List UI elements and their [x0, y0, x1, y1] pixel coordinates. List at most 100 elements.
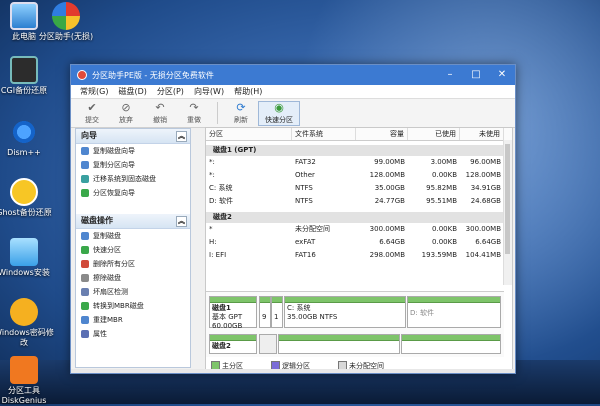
wizard-section-header[interactable]: 向导 ︽	[76, 129, 190, 144]
collapse-icon[interactable]: ︽	[176, 131, 187, 142]
maximize-button[interactable]: □	[463, 65, 489, 85]
migrate-os-icon	[81, 175, 89, 183]
disk-ops-section-header[interactable]: 磁盘操作 ︽	[76, 214, 190, 229]
cell-used: 3.00MB	[430, 158, 457, 166]
col-capacity[interactable]: 容量	[356, 128, 408, 140]
dism-icon	[10, 118, 38, 146]
disk1-map-label[interactable]: 磁盘1 基本 GPT 60.00GB	[209, 296, 257, 330]
cell-used: 95.82MB	[426, 184, 457, 192]
table-row[interactable]: H: exFAT 6.64GB 0.00KB 6.64GB	[206, 236, 512, 249]
disk1-partition-2[interactable]: 1	[271, 296, 283, 328]
delete-icon	[81, 260, 89, 268]
cell-used: 0.00KB	[432, 225, 457, 233]
desktop-icon-ghost[interactable]: Ghost备份还原	[0, 178, 56, 218]
disk2-unallocated[interactable]	[259, 334, 277, 354]
menu-partition[interactable]: 分区(P)	[152, 86, 189, 97]
col-used[interactable]: 已使用	[408, 128, 460, 140]
desktop-icon-partition-assistant[interactable]: 分区助手(无损)	[34, 2, 98, 42]
cell-filesystem: exFAT	[295, 238, 316, 246]
table-row[interactable]: D: 软件 NTFS 24.77GB 95.51MB 24.68GB	[206, 195, 512, 208]
close-button[interactable]: ✕	[489, 65, 515, 85]
col-unused[interactable]: 未使用	[460, 128, 504, 140]
col-partition[interactable]: 分区	[206, 128, 292, 140]
partition-pane: 分区 文件系统 容量 已使用 未使用 磁盘1 (GPT) *: FAT32 99.0…	[205, 127, 513, 371]
table-row[interactable]: I: EFI FAT16 298.00MB 193.59MB 104.41MB	[206, 249, 512, 262]
disk1-partition-c[interactable]: C: 系统 35.00GB NTFS	[284, 296, 406, 328]
undo-button[interactable]: ↶ 撤销	[143, 101, 177, 125]
disk-op-bad-sector[interactable]: 坏扇区检测	[76, 285, 190, 299]
disk-op-rebuild-mbr[interactable]: 重建MBR	[76, 313, 190, 327]
desktop-icon-windows-password[interactable]: Windows密码修改	[0, 298, 56, 348]
windows-install-icon	[10, 238, 38, 266]
ghost-icon	[10, 178, 38, 206]
disk2-partition-h[interactable]	[278, 334, 400, 354]
cell-capacity: 6.64GB	[379, 238, 405, 246]
desktop-icon-diskgenius[interactable]: 分区工具DiskGenius	[0, 356, 56, 406]
table-row[interactable]: *: FAT32 99.00MB 3.00MB 96.00MB	[206, 156, 512, 169]
disk-op-delete-all[interactable]: 删除所有分区	[76, 257, 190, 271]
disk-op-quick-partition[interactable]: 快速分区	[76, 243, 190, 257]
desktop-icon-label: Windows密码修改	[0, 328, 54, 347]
desktop-icon-windows-install[interactable]: Windows安装	[0, 238, 56, 278]
diskgenius-icon	[10, 356, 38, 384]
disk2-map-label[interactable]: 磁盘2	[209, 334, 257, 354]
toolbar-label: 放弃	[119, 115, 133, 124]
menu-disk[interactable]: 磁盘(D)	[113, 86, 151, 97]
table-row[interactable]: C: 系统 NTFS 35.00GB 95.82MB 34.91GB	[206, 182, 512, 195]
wizard-item-copy-disk[interactable]: 复制磁盘向导	[76, 144, 190, 158]
cell-unused: 104.41MB	[465, 251, 501, 259]
disk-op-label: 坏扇区检测	[93, 288, 128, 296]
disk-op-label: 复制磁盘	[93, 232, 121, 240]
menu-bar: 常规(G) 磁盘(D) 分区(P) 向导(W) 帮助(H)	[71, 85, 515, 99]
commit-button[interactable]: ✔ 提交	[75, 100, 109, 125]
disk1-header[interactable]: 磁盘1 (GPT)	[206, 145, 512, 156]
copy-partition-icon	[81, 161, 89, 169]
wizard-item-migrate-os[interactable]: 迁移系统到固态磁盘	[76, 172, 190, 186]
wizard-item-label: 迁移系统到固态磁盘	[93, 175, 156, 183]
cell-unused: 34.91GB	[470, 184, 501, 192]
commit-icon: ✔	[87, 100, 97, 114]
menu-help[interactable]: 帮助(H)	[229, 86, 267, 97]
disk-op-convert-mbr[interactable]: 转换到MBR磁盘	[76, 299, 190, 313]
minimize-button[interactable]: –	[437, 65, 463, 85]
disk-op-copy-disk[interactable]: 复制磁盘	[76, 229, 190, 243]
wizard-item-copy-partition[interactable]: 复制分区向导	[76, 158, 190, 172]
cell-unused: 24.68GB	[470, 197, 501, 205]
desktop-icon-dism[interactable]: Dism++	[0, 118, 56, 158]
disk-op-wipe[interactable]: 擦除磁盘	[76, 271, 190, 285]
redo-button[interactable]: ↷ 重做	[177, 101, 211, 125]
scrollbar-thumb[interactable]	[505, 144, 510, 254]
table-row[interactable]: * 未分配空间 300.00MB 0.00KB 300.00MB	[206, 223, 512, 236]
desktop-icon-cgi[interactable]: CGI备份还原	[0, 56, 56, 96]
cell-partition: H:	[209, 238, 217, 246]
wizard-item-label: 复制磁盘向导	[93, 147, 135, 155]
partition-c-info: 35.00GB NTFS	[287, 313, 338, 321]
disk2-partition-i[interactable]	[401, 334, 501, 354]
table-row[interactable]: *: Other 128.00MB 0.00KB 128.00MB	[206, 169, 512, 182]
table-scrollbar[interactable]	[503, 140, 512, 285]
disk-op-label: 转换到MBR磁盘	[93, 302, 144, 310]
desktop-icon-label: 分区助手(无损)	[38, 32, 94, 41]
cell-partition: *:	[209, 158, 215, 166]
toolbar-label: 撤销	[153, 115, 167, 124]
discard-button[interactable]: ⊘ 放弃	[109, 101, 143, 125]
quick-partition-button[interactable]: ◉ 快速分区	[258, 100, 300, 126]
desktop-icon-label: Ghost备份还原	[0, 208, 52, 217]
title-bar[interactable]: 分区助手PE版 - 无损分区免费软件 – □ ✕	[71, 65, 515, 85]
desktop-icon-label: 分区工具DiskGenius	[1, 386, 47, 405]
collapse-icon[interactable]: ︽	[176, 216, 187, 227]
toolbar-divider	[217, 102, 218, 124]
menu-general[interactable]: 常规(G)	[75, 86, 113, 97]
wizard-item-partition-recovery[interactable]: 分区恢复向导	[76, 186, 190, 200]
col-filesystem[interactable]: 文件系统	[292, 128, 356, 140]
bad-sector-icon	[81, 288, 89, 296]
status-bar	[71, 369, 515, 373]
cell-filesystem: FAT16	[295, 251, 316, 259]
disk-op-properties[interactable]: 属性	[76, 327, 190, 341]
disk1-partition-d[interactable]: D: 软件	[407, 296, 501, 328]
partition-recovery-icon	[81, 189, 89, 197]
refresh-button[interactable]: ⟳ 刷新	[224, 101, 258, 125]
menu-wizard[interactable]: 向导(W)	[189, 86, 229, 97]
disk2-header[interactable]: 磁盘2	[206, 212, 512, 223]
disk1-partition-1[interactable]: 9	[259, 296, 271, 328]
